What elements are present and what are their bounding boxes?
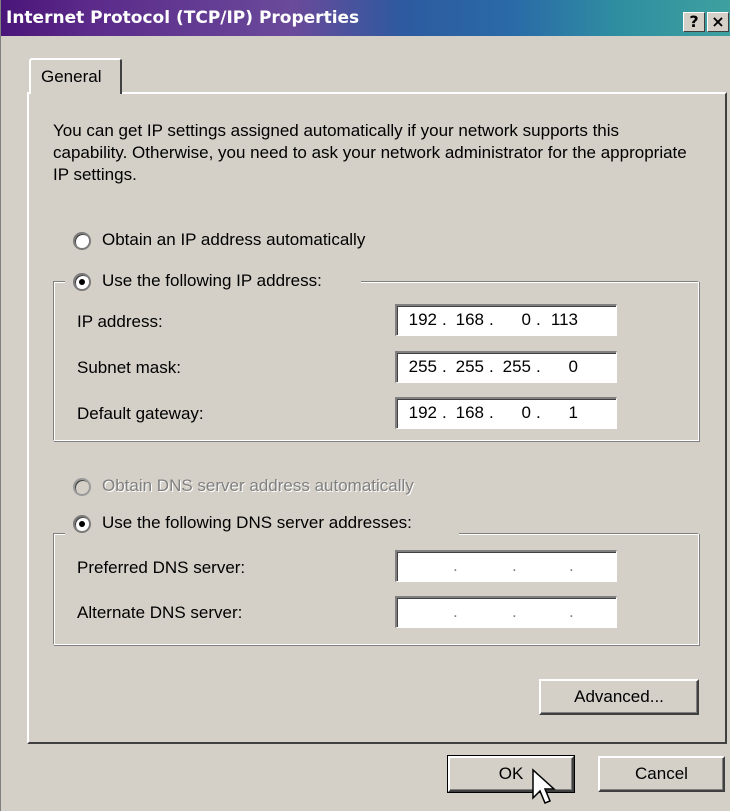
window-title: Internet Protocol (TCP/IP) Properties <box>6 8 360 28</box>
ip-address-label: IP address: <box>77 312 163 331</box>
use-following-dns-radio[interactable] <box>73 515 91 533</box>
default-gateway-label: Default gateway: <box>77 404 204 423</box>
default-gateway-input[interactable]: 192. 168. 0. 1 <box>395 397 617 429</box>
alternate-dns-label: Alternate DNS server: <box>77 603 243 622</box>
obtain-ip-auto-label[interactable]: Obtain an IP address automatically <box>102 230 365 250</box>
cancel-button[interactable]: Cancel <box>598 756 725 792</box>
mouse-pointer-icon <box>532 768 556 804</box>
radio-selected-dot <box>79 521 85 527</box>
tab-general[interactable]: General <box>29 58 122 94</box>
tab-general-label: General <box>41 67 102 86</box>
use-following-ip-label[interactable]: Use the following IP address: <box>102 271 322 291</box>
subnet-mask-input[interactable]: 255. 255. 255. 0 <box>395 351 617 383</box>
help-button[interactable]: ? <box>683 12 705 32</box>
preferred-dns-label: Preferred DNS server: <box>77 558 246 577</box>
obtain-dns-auto-label[interactable]: Obtain DNS server address automatically <box>102 476 414 496</box>
obtain-dns-auto-radio[interactable] <box>73 478 91 496</box>
use-following-ip-radio[interactable] <box>73 273 91 291</box>
title-bar[interactable]: Internet Protocol (TCP/IP) Properties ? … <box>1 0 730 36</box>
advanced-button[interactable]: Advanced... <box>539 679 699 715</box>
use-following-dns-label[interactable]: Use the following DNS server addresses: <box>102 513 412 533</box>
ip-address-input[interactable]: 192. 168. 0. 113 <box>395 304 617 336</box>
tcpip-properties-dialog: Internet Protocol (TCP/IP) Properties ? … <box>0 0 730 811</box>
alternate-dns-input[interactable]: . . . <box>395 596 617 628</box>
close-button[interactable]: × <box>707 12 729 32</box>
subnet-mask-label: Subnet mask: <box>77 358 181 377</box>
obtain-ip-auto-radio[interactable] <box>73 232 91 250</box>
radio-selected-dot <box>79 279 85 285</box>
description-text: You can get IP settings assigned automat… <box>53 121 687 184</box>
preferred-dns-input[interactable]: . . . <box>395 550 617 582</box>
